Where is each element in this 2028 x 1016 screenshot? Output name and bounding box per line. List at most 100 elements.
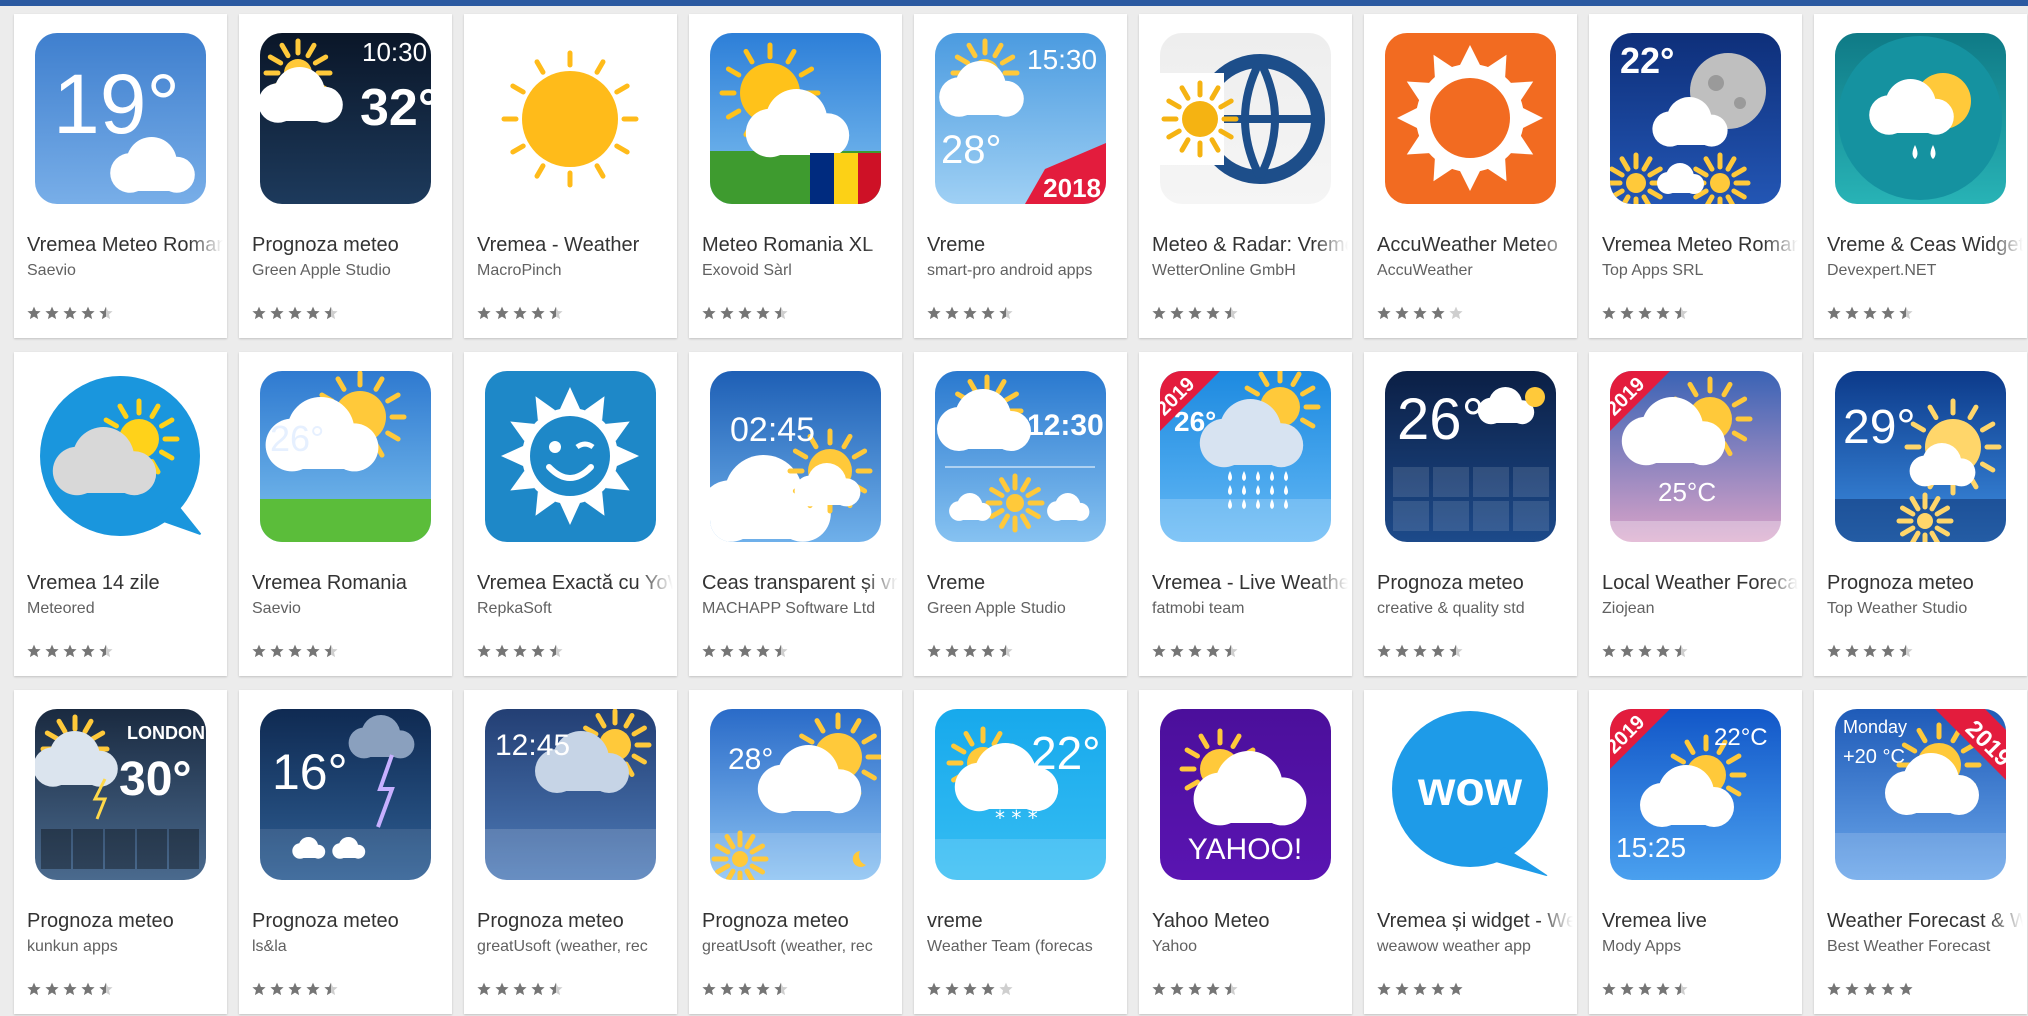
app-title[interactable]: Vremea live	[1602, 910, 1798, 933]
app-title[interactable]: Prognoza meteo	[702, 910, 898, 933]
app-card[interactable]: YAHOO! Yahoo Meteo Yahoo	[1139, 690, 1352, 1014]
app-developer[interactable]: WetterOnline GmbH	[1152, 262, 1348, 280]
app-card[interactable]: 26° 2019 Vremea - Live Weather fatmobi team	[1139, 352, 1352, 676]
app-title[interactable]: Vremea și widget - Weawow	[1377, 910, 1573, 933]
app-developer[interactable]: RepkaSoft	[477, 600, 673, 618]
app-card[interactable]: Vremea 14 zile Meteored	[14, 352, 227, 676]
app-title[interactable]: Vremea Exactă cu YoWindow	[477, 572, 673, 595]
app-card[interactable]: Monday+20 °C 2019 Weather Forecast & Widg…	[1814, 690, 2027, 1014]
app-developer[interactable]: MACHAPP Software Ltd	[702, 600, 898, 618]
app-developer[interactable]: ls&la	[252, 938, 448, 956]
app-title[interactable]: Vreme & Ceas Widget	[1827, 234, 2023, 257]
app-developer[interactable]: Ziojean	[1602, 600, 1798, 618]
app-card[interactable]: 10:30 32° Prognoza meteo Green Apple Studio	[239, 14, 452, 338]
app-card[interactable]: Meteo & Radar: Vremea WetterOnline GmbH	[1139, 14, 1352, 338]
app-title[interactable]: Weather Forecast & Widget	[1827, 910, 2023, 933]
app-developer[interactable]: Meteored	[27, 600, 223, 618]
app-title[interactable]: Prognoza meteo	[252, 234, 448, 257]
app-title[interactable]: Vreme	[927, 572, 1123, 595]
weather-clock-10-30-rain-icon[interactable]: 10:30 32°	[260, 33, 431, 204]
weather-19-degrees-clouds-icon[interactable]: 19°	[35, 33, 206, 204]
app-title[interactable]: Vremea 14 zile	[27, 572, 223, 595]
app-developer[interactable]: Green Apple Studio	[252, 262, 448, 280]
app-title[interactable]: Meteo Romania XL	[702, 234, 898, 257]
app-title[interactable]: Local Weather Forecast	[1602, 572, 1798, 595]
app-card[interactable]: Vreme & Ceas Widget Devexpert.NET	[1814, 14, 2027, 338]
app-title[interactable]: Vremea Meteo Romania	[1602, 234, 1798, 257]
app-card[interactable]: 26° Prognoza meteo creative & quality std	[1364, 352, 1577, 676]
app-title[interactable]: Vremea Romania	[252, 572, 448, 595]
app-card[interactable]: AccuWeather Meteo AccuWeather	[1364, 14, 1577, 338]
app-title[interactable]: Prognoza meteo	[1377, 572, 1573, 595]
app-developer[interactable]: Best Weather Forecast	[1827, 938, 2023, 956]
sun-cloud-romanian-flag-icon[interactable]	[710, 33, 881, 204]
lightning-16-degrees-icon[interactable]: 16°	[260, 709, 431, 880]
app-card[interactable]: 16° Prognoza meteo ls&la	[239, 690, 452, 1014]
weather-2018-clock-icon[interactable]: 15:30 28° 2018	[935, 33, 1106, 204]
app-developer[interactable]: weawow weather app	[1377, 938, 1573, 956]
rain-cloud-2019-icon[interactable]: 26° 2019	[1160, 371, 1331, 542]
app-title[interactable]: Vremea Meteo Romania	[27, 234, 223, 257]
app-card[interactable]: 28° Prognoza meteo greatUsoft (weather, re…	[689, 690, 902, 1014]
accuweather-sun-icon[interactable]	[1385, 33, 1556, 204]
app-card[interactable]: wow Vremea și widget - Weawow weawow weath…	[1364, 690, 1577, 1014]
sun-cloud-snow-22-degrees-icon[interactable]: 22° * * *	[935, 709, 1106, 880]
moon-26-degrees-grid-icon[interactable]: 26°	[1385, 371, 1556, 542]
app-developer[interactable]: Yahoo	[1152, 938, 1348, 956]
app-developer[interactable]: creative & quality std	[1377, 600, 1573, 618]
app-developer[interactable]: Saevio	[252, 600, 448, 618]
app-card[interactable]: 29° Prognoza meteo Top Weather Studio	[1814, 352, 2027, 676]
app-title[interactable]: vreme	[927, 910, 1123, 933]
app-developer[interactable]: Top Apps SRL	[1602, 262, 1798, 280]
sun-globe-radar-icon[interactable]	[1160, 33, 1331, 204]
app-card[interactable]: 12:30 Vreme Green Apple Studio	[914, 352, 1127, 676]
app-title[interactable]: Yahoo Meteo	[1152, 910, 1348, 933]
app-developer[interactable]: Top Weather Studio	[1827, 600, 2023, 618]
app-developer[interactable]: Exovoid Sàrl	[702, 262, 898, 280]
app-developer[interactable]: smart-pro android apps	[927, 262, 1123, 280]
app-card[interactable]: 26° Vremea Romania Saevio	[239, 352, 452, 676]
sun-29-degrees-forecast-icon[interactable]: 29°	[1835, 371, 2006, 542]
app-card[interactable]: Vremea - Weather MacroPinch	[464, 14, 677, 338]
app-title[interactable]: Prognoza meteo	[1827, 572, 2023, 595]
app-card[interactable]: 22° Vremea Meteo Romania Top Apps SRL	[1589, 14, 1802, 338]
app-developer[interactable]: AccuWeather	[1377, 262, 1573, 280]
app-developer[interactable]: greatUsoft (weather, rec	[477, 938, 673, 956]
app-card[interactable]: 12:45 Prognoza meteo greatUsoft (weather, …	[464, 690, 677, 1014]
app-title[interactable]: Prognoza meteo	[252, 910, 448, 933]
app-developer[interactable]: Devexpert.NET	[1827, 262, 2023, 280]
sun-cloud-26-degrees-icon[interactable]: 26°	[260, 371, 431, 542]
app-card[interactable]: Vremea Exactă cu YoWindow RepkaSoft	[464, 352, 677, 676]
app-developer[interactable]: MacroPinch	[477, 262, 673, 280]
app-card[interactable]: 22° * * * vreme Weather Team (forecas	[914, 690, 1127, 1014]
app-developer[interactable]: Weather Team (forecas	[927, 938, 1123, 956]
transparent-clock-sun-cloud-icon[interactable]: 02:45	[710, 371, 881, 542]
app-title[interactable]: AccuWeather Meteo	[1377, 234, 1573, 257]
app-card[interactable]: 15:25 22°C 2019 Vremea live Mody Apps	[1589, 690, 1802, 1014]
app-title[interactable]: Vremea - Weather	[477, 234, 673, 257]
monday-20-degrees-2019-icon[interactable]: Monday +20 °C 2019	[1835, 709, 2006, 880]
cloud-sun-rain-drops-icon[interactable]	[1835, 33, 2006, 204]
sun-icon[interactable]	[485, 33, 656, 204]
app-card[interactable]: 25°C 2019 Local Weather Forecast Ziojean	[1589, 352, 1802, 676]
clock-12-45-rain-icon[interactable]: 12:45	[485, 709, 656, 880]
app-developer[interactable]: Mody Apps	[1602, 938, 1798, 956]
app-title[interactable]: Vremea - Live Weather	[1152, 572, 1348, 595]
london-30-degrees-storm-icon[interactable]: LONDON 30°	[35, 709, 206, 880]
app-title[interactable]: Prognoza meteo	[477, 910, 673, 933]
app-developer[interactable]: kunkun apps	[27, 938, 223, 956]
app-title[interactable]: Meteo & Radar: Vremea	[1152, 234, 1348, 257]
clock-12-30-sun-cloud-icon[interactable]: 12:30	[935, 371, 1106, 542]
speech-bubble-sun-cloud-icon[interactable]	[35, 371, 206, 542]
sun-cloud-2019-clock-icon[interactable]: 15:25 22°C 2019	[1610, 709, 1781, 880]
app-developer[interactable]: fatmobi team	[1152, 600, 1348, 618]
wow-speech-bubble-icon[interactable]: wow	[1385, 709, 1556, 880]
app-title[interactable]: Prognoza meteo	[27, 910, 223, 933]
app-developer[interactable]: Saevio	[27, 262, 223, 280]
app-card[interactable]: LONDON 30° Prognoza meteo kunkun apps	[14, 690, 227, 1014]
smiling-sun-icon[interactable]	[485, 371, 656, 542]
sunset-25-degrees-2019-icon[interactable]: 25°C 2019	[1610, 371, 1781, 542]
moon-clouds-22-degrees-icon[interactable]: 22°	[1610, 33, 1781, 204]
san-francisco-28-degrees-icon[interactable]: 28°	[710, 709, 881, 880]
app-card[interactable]: 19° Vremea Meteo Romania Saevio	[14, 14, 227, 338]
